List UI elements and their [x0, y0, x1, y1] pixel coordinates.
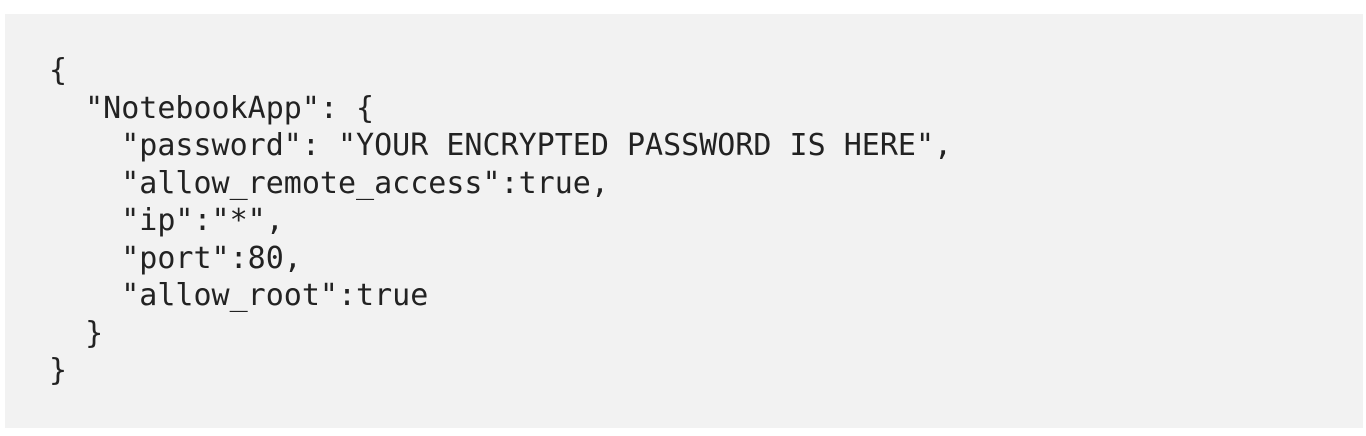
code-block: { "NotebookApp": { "password": "YOUR ENC… — [5, 14, 1363, 428]
code-line: "NotebookApp": { — [49, 90, 375, 126]
code-line: "ip":"*", — [49, 203, 284, 238]
code-line: "port":80, — [49, 240, 302, 276]
code-line: { — [49, 53, 68, 88]
code-line: "allow_root":true — [49, 278, 429, 313]
code-line: } — [49, 353, 68, 388]
code-line: "allow_remote_access":true, — [49, 165, 609, 201]
code-line: "password": "YOUR ENCRYPTED PASSWORD IS … — [49, 128, 953, 163]
code-line: } — [49, 315, 104, 351]
